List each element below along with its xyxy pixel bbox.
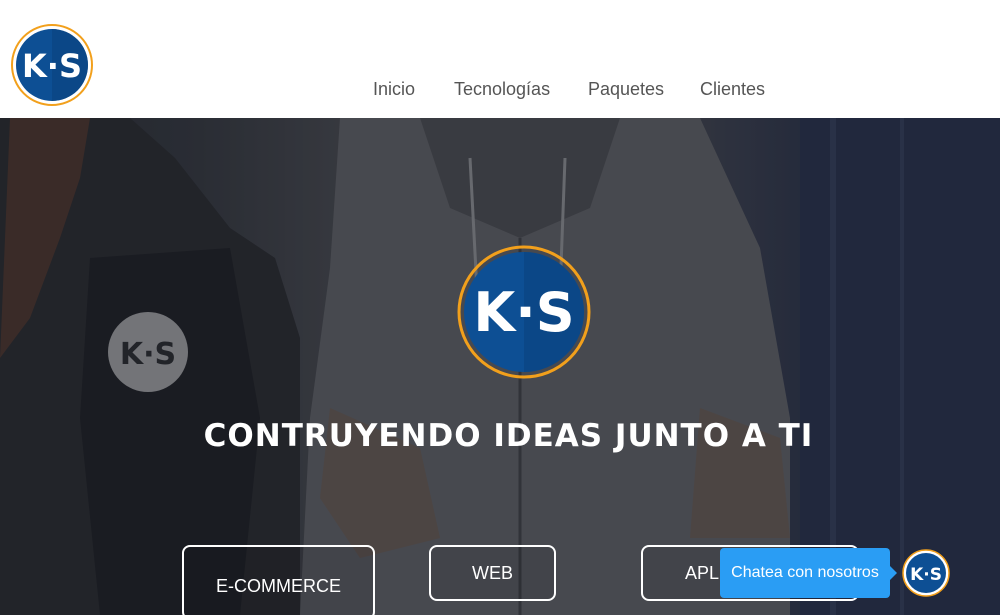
nav-paquetes[interactable]: Paquetes: [588, 76, 664, 102]
nav-tecnologias[interactable]: Tecnologías: [454, 76, 550, 102]
ecommerce-button[interactable]: E-COMMERCE: [182, 545, 375, 615]
hero-title: CONTRUYENDO IDEAS JUNTO A TI: [203, 418, 814, 454]
nav-inicio[interactable]: Inicio: [373, 76, 415, 102]
main-nav: Inicio Tecnologías Paquetes Clientes: [0, 76, 1000, 102]
web-button[interactable]: WEB: [429, 545, 556, 601]
svg-text:K·S: K·S: [910, 565, 942, 585]
svg-text:K·S: K·S: [473, 281, 574, 344]
hero-section: K·S K·S CONTRUYENDO IDEAS JUNTO A TI E-C…: [0, 118, 1000, 615]
chat-avatar-icon[interactable]: K·S: [902, 549, 950, 597]
chat-bubble-arrow: [889, 565, 897, 581]
ks-hero-logo: K·S: [457, 245, 591, 379]
chat-button[interactable]: Chatea con nosotros: [720, 548, 890, 598]
nav-clientes[interactable]: Clientes: [700, 76, 765, 102]
site-header: K·S Inicio Tecnologías Paquetes Clientes: [0, 0, 1000, 118]
